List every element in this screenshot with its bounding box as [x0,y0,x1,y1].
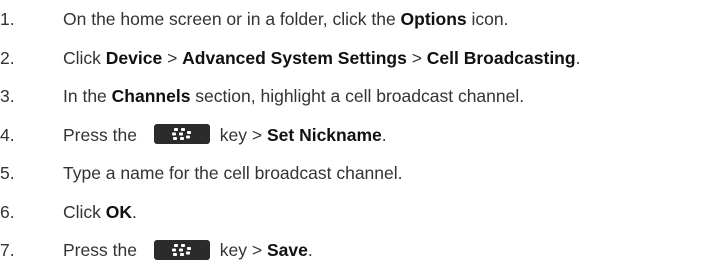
step-text: Press the key > Save. [63,231,313,270]
step-text-part: Press the [63,240,142,260]
step-text-part: Press the [63,124,142,145]
advanced-system-settings-label: Advanced System Settings [182,47,407,68]
step-text-part: . [307,240,313,260]
step-text-part: key > [219,240,267,260]
options-label: Options [400,9,467,29]
device-label: Device [105,47,163,68]
step-text: Click Device > Advanced System Settings … [63,39,580,78]
step-text-part: Type a name for the cell broadcast chann… [63,163,403,183]
step-text-part: Click [63,47,106,68]
step-text-part: On the home screen or in a folder, click… [63,9,401,29]
step-text-part: section, highlight a cell broadcast chan… [190,86,525,106]
set-nickname-label: Set Nickname [266,124,382,145]
step-text-part: > [162,47,183,68]
step-text-part: In the [63,86,112,106]
step-text-part: > [406,47,427,68]
instruction-steps: 1. On the home screen or in a folder, cl… [0,0,708,270]
step-text-part: Click [63,201,106,222]
step-number: 4. [0,124,15,145]
step-number: 6. [0,201,15,222]
step-5: 5. Type a name for the cell broadcast ch… [0,154,708,193]
blackberry-menu-key-icon [153,124,210,145]
step-text: Type a name for the cell broadcast chann… [63,154,403,193]
save-label: Save [266,240,308,260]
step-number: 2. [0,47,15,68]
step-number: 7. [0,240,15,260]
step-1: 1. On the home screen or in a folder, cl… [0,0,708,39]
step-text: Click OK. [63,193,137,232]
step-2: 2. Click Device > Advanced System Settin… [0,39,708,78]
blackberry-menu-key-icon [153,239,210,260]
step-number: 5. [0,163,15,183]
step-text-part: . [575,47,581,68]
step-text: Press the key > Set Nickname. [63,116,387,155]
step-text-part: . [132,201,137,222]
step-number: 1. [0,9,15,29]
step-number: 3. [0,86,15,106]
step-text-part: . [381,124,387,145]
step-text-part: icon. [466,9,509,29]
step-text-part: key > [219,124,267,145]
ok-label: OK [105,201,133,222]
step-text: On the home screen or in a folder, click… [63,0,508,39]
step-7: 7. Press the key > Save. [0,231,708,270]
step-3: 3. In the Channels section, highlight a … [0,77,708,116]
step-6: 6. Click OK. [0,193,708,232]
cell-broadcasting-label: Cell Broadcasting [426,47,576,68]
channels-label: Channels [111,86,191,106]
step-4: 4. Press the key > Set Nickname. [0,116,708,155]
step-text: In the Channels section, highlight a cel… [63,77,524,116]
